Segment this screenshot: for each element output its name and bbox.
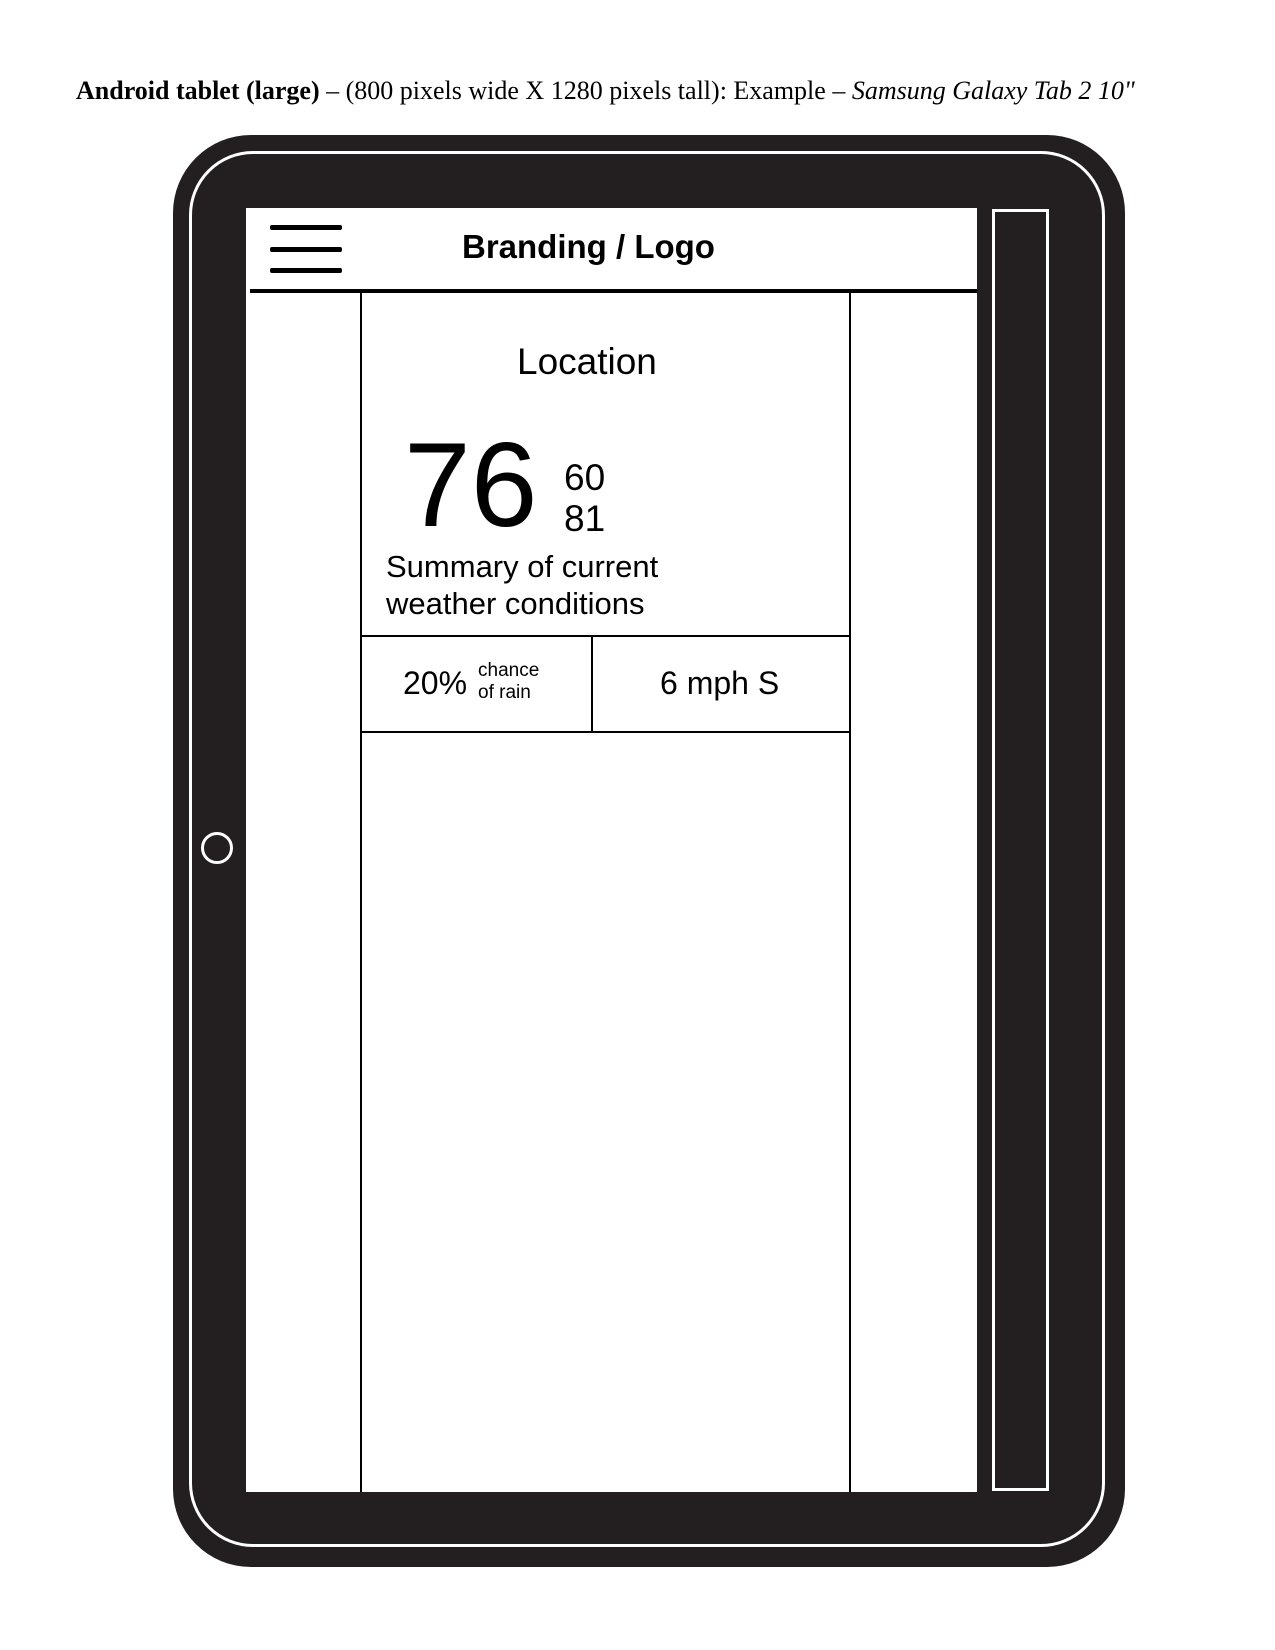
content-column-left-border — [360, 293, 362, 1492]
home-button[interactable] — [201, 832, 233, 864]
page-caption: Android tablet (large) – (800 pixels wid… — [76, 76, 1135, 106]
weather-summary-line-1: Summary of current — [386, 549, 659, 584]
high-temperature: 81 — [564, 498, 606, 539]
stats-top-divider — [360, 635, 851, 637]
caption-dimensions: (800 pixels wide X 1280 pixels tall) — [345, 76, 720, 105]
menu-bar-middle — [270, 247, 342, 252]
stats-bottom-divider — [360, 731, 851, 733]
content-column-right-border — [849, 293, 851, 1492]
caption-example-device: Samsung Galaxy Tab 2 10" — [851, 76, 1135, 105]
wind-speed: 6 mph S — [660, 665, 780, 701]
menu-bar-bottom — [270, 268, 342, 273]
rain-chance-percent: 20% — [403, 665, 468, 701]
screen-side-bar — [992, 209, 1049, 1491]
caption-device: Android tablet (large) — [76, 76, 320, 105]
tablet-frame: Branding / Logo Location 76 60 81 Summar… — [173, 135, 1125, 1567]
location-label: Location — [517, 341, 657, 382]
rain-chance-label: chance of rain — [478, 660, 539, 704]
rain-label-line-2: of rain — [478, 682, 531, 703]
menu-bar-top — [270, 225, 342, 230]
rain-label-line-1: chance — [478, 660, 540, 681]
hamburger-menu-icon[interactable] — [270, 225, 342, 275]
current-temperature: 76 — [404, 418, 538, 552]
caption-dash: – — [319, 76, 346, 105]
low-temperature: 60 — [564, 457, 606, 498]
weather-summary-line-2: weather conditions — [386, 586, 645, 621]
caption-example-label: : Example – — [719, 76, 852, 105]
weather-summary: Summary of current weather conditions — [386, 548, 716, 622]
tablet-screen: Branding / Logo Location 76 60 81 Summar… — [246, 208, 977, 1492]
branding-logo[interactable]: Branding / Logo — [462, 228, 715, 266]
stats-vertical-divider — [591, 636, 593, 733]
